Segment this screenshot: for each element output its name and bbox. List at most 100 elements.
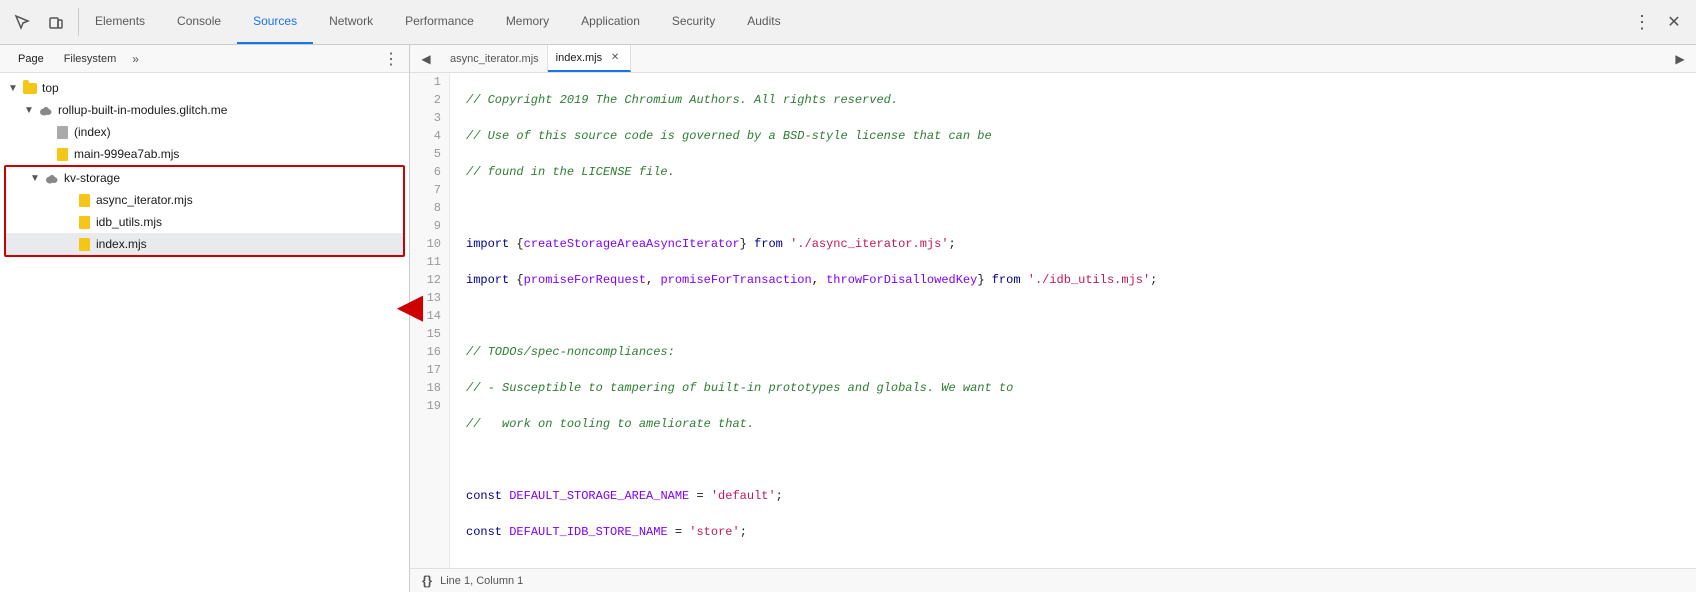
tab-network[interactable]: Network xyxy=(313,0,389,44)
tree-item-main-mjs[interactable]: ▶ main-999ea7ab.mjs xyxy=(0,143,409,165)
code-line-3: // found in the LICENSE file. xyxy=(466,163,1680,181)
code-line-7 xyxy=(466,307,1680,325)
tree-label-top: top xyxy=(42,81,409,95)
ln-15: 15 xyxy=(418,325,441,343)
ln-4: 4 xyxy=(418,127,441,145)
code-line-9: // - Susceptible to tampering of built-i… xyxy=(466,379,1680,397)
tree-item-domain[interactable]: ▼ rollup-built-in-modules.glitch.me xyxy=(0,99,409,121)
nav-tabs: Elements Console Sources Network Perform… xyxy=(79,0,797,44)
tree-arrow-domain: ▼ xyxy=(24,105,38,116)
tree-label-index-root: (index) xyxy=(74,125,409,139)
toolbar-icons xyxy=(0,8,79,36)
close-tab-icon[interactable]: ✕ xyxy=(608,51,622,65)
tree-item-top[interactable]: ▼ top xyxy=(0,77,409,99)
file-icon-index-mjs xyxy=(76,236,92,252)
red-arrow-icon: ◀ xyxy=(398,290,423,322)
device-toggle-icon[interactable] xyxy=(42,8,70,36)
cloud-icon-domain xyxy=(38,102,54,118)
tree-item-idb-utils[interactable]: ▶ idb_utils.mjs xyxy=(6,211,403,233)
tree-item-kv-storage[interactable]: ▼ kv-storage xyxy=(6,167,403,189)
main-content: Page Filesystem » ⋮ ▼ top ▼ xyxy=(0,45,1696,592)
tree-label-async-iterator: async_iterator.mjs xyxy=(96,193,403,207)
ln-11: 11 xyxy=(418,253,441,271)
right-panel: ◀ async_iterator.mjs index.mjs ✕ ▶ 1 2 3… xyxy=(410,45,1696,592)
file-icon-async-iterator xyxy=(76,192,92,208)
code-line-13: const DEFAULT_IDB_STORE_NAME = 'store'; xyxy=(466,523,1680,541)
ln-9: 9 xyxy=(418,217,441,235)
code-line-14 xyxy=(466,559,1680,568)
ln-19: 19 xyxy=(418,397,441,415)
tree-item-async-iterator[interactable]: ▶ async_iterator.mjs xyxy=(6,189,403,211)
cloud-icon-kv-storage xyxy=(44,170,60,186)
tab-security[interactable]: Security xyxy=(656,0,731,44)
left-panel-menu-icon[interactable]: ⋮ xyxy=(381,49,401,69)
tab-filesystem[interactable]: Filesystem xyxy=(54,45,127,72)
ln-5: 5 xyxy=(418,145,441,163)
code-lines: 1 2 3 4 5 6 7 8 9 10 11 12 13 14 15 16 1 xyxy=(410,73,1696,568)
code-line-4 xyxy=(466,199,1680,217)
ln-12: 12 xyxy=(418,271,441,289)
code-line-6: import {promiseForRequest, promiseForTra… xyxy=(466,271,1680,289)
code-line-5: import {createStorageAreaAsyncIterator} … xyxy=(466,235,1680,253)
tree-label-idb-utils: idb_utils.mjs xyxy=(96,215,403,229)
editor-tab-label-index-mjs: index.mjs xyxy=(556,52,602,64)
close-devtools-icon[interactable]: ✕ xyxy=(1660,8,1688,36)
ln-1: 1 xyxy=(418,73,441,91)
tab-console[interactable]: Console xyxy=(161,0,237,44)
more-options-icon[interactable]: ⋮ xyxy=(1628,8,1656,36)
status-braces-icon: {} xyxy=(422,573,432,588)
toolbar: Elements Console Sources Network Perform… xyxy=(0,0,1696,45)
tree-label-domain: rollup-built-in-modules.glitch.me xyxy=(58,103,409,117)
back-navigation-icon[interactable]: ◀ xyxy=(414,47,438,71)
file-icon-main-mjs xyxy=(54,146,70,162)
toolbar-end: ⋮ ✕ xyxy=(1620,8,1696,36)
editor-tab-label-async-iterator: async_iterator.mjs xyxy=(450,53,539,65)
ln-7: 7 xyxy=(418,181,441,199)
editor-tab-index-mjs[interactable]: index.mjs ✕ xyxy=(548,45,631,72)
left-panel: Page Filesystem » ⋮ ▼ top ▼ xyxy=(0,45,410,592)
select-element-icon[interactable] xyxy=(8,8,36,36)
tree-arrow-kv-storage: ▼ xyxy=(30,173,44,184)
file-tree: ▼ top ▼ rollup-built-in-modules.glitch.m… xyxy=(0,73,409,592)
code-line-10: // work on tooling to ameliorate that. xyxy=(466,415,1680,433)
code-line-2: // Use of this source code is governed b… xyxy=(466,127,1680,145)
code-editor[interactable]: 1 2 3 4 5 6 7 8 9 10 11 12 13 14 15 16 1 xyxy=(410,73,1696,568)
kv-storage-section: ▼ kv-storage ▶ xyxy=(4,165,405,257)
editor-tab-async-iterator[interactable]: async_iterator.mjs xyxy=(442,45,548,72)
tree-label-main-mjs: main-999ea7ab.mjs xyxy=(74,147,409,161)
ln-10: 10 xyxy=(418,235,441,253)
tree-item-index-mjs[interactable]: ▶ index.mjs xyxy=(6,233,403,255)
tree-item-index-root[interactable]: ▶ (index) xyxy=(0,121,409,143)
tab-elements[interactable]: Elements xyxy=(79,0,161,44)
tree-arrow-top: ▼ xyxy=(8,83,22,94)
ln-8: 8 xyxy=(418,199,441,217)
code-line-1: // Copyright 2019 The Chromium Authors. … xyxy=(466,91,1680,109)
tab-performance[interactable]: Performance xyxy=(389,0,490,44)
ln-3: 3 xyxy=(418,109,441,127)
folder-icon-top xyxy=(22,80,38,96)
code-line-12: const DEFAULT_STORAGE_AREA_NAME = 'defau… xyxy=(466,487,1680,505)
tab-application[interactable]: Application xyxy=(565,0,656,44)
collapse-panel-icon[interactable]: ▶ xyxy=(1668,47,1692,71)
file-icon-idb-utils xyxy=(76,214,92,230)
left-panel-header: Page Filesystem » ⋮ xyxy=(0,45,409,73)
file-icon-index-root xyxy=(54,124,70,140)
tree-label-index-mjs: index.mjs xyxy=(96,237,403,251)
ln-6: 6 xyxy=(418,163,441,181)
tree-label-kv-storage: kv-storage xyxy=(64,171,403,185)
ln-18: 18 xyxy=(418,379,441,397)
code-line-11 xyxy=(466,451,1680,469)
tab-sources[interactable]: Sources xyxy=(237,0,313,44)
ln-17: 17 xyxy=(418,361,441,379)
tab-more[interactable]: » xyxy=(126,52,145,66)
tab-memory[interactable]: Memory xyxy=(490,0,565,44)
ln-16: 16 xyxy=(418,343,441,361)
code-line-8: // TODOs/spec-noncompliances: xyxy=(466,343,1680,361)
tab-page[interactable]: Page xyxy=(8,45,54,72)
status-bar: {} Line 1, Column 1 xyxy=(410,568,1696,592)
code-content: // Copyright 2019 The Chromium Authors. … xyxy=(450,73,1696,568)
ln-2: 2 xyxy=(418,91,441,109)
status-position: Line 1, Column 1 xyxy=(440,575,523,587)
editor-tabs: ◀ async_iterator.mjs index.mjs ✕ ▶ xyxy=(410,45,1696,73)
tab-audits[interactable]: Audits xyxy=(731,0,796,44)
